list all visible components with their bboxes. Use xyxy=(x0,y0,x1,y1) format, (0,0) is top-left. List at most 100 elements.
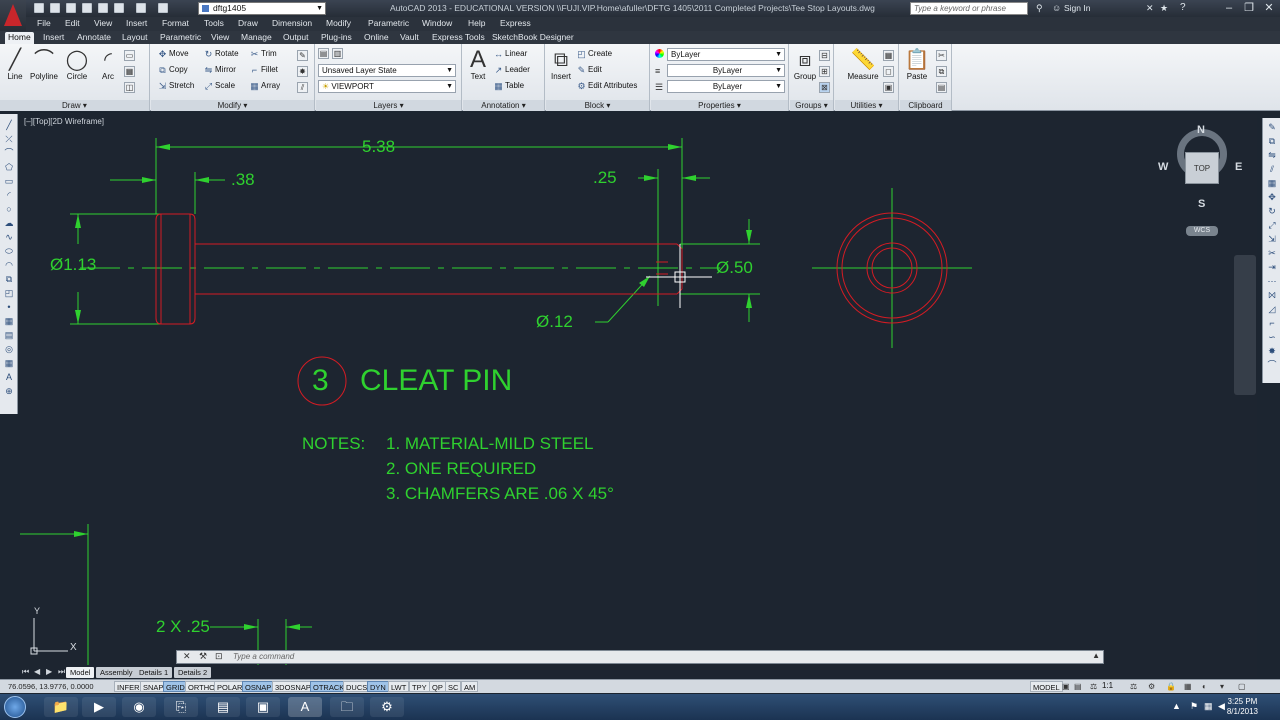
move-button[interactable]: ✥ Move xyxy=(157,48,189,60)
trim-button[interactable]: ✂ Trim xyxy=(249,48,277,60)
create-block-button[interactable]: ◰ Create xyxy=(576,48,612,60)
layer-state-icon[interactable]: ▥ xyxy=(332,48,343,59)
sign-in-link[interactable]: Sign In xyxy=(1064,3,1090,13)
copy-button[interactable]: ⧉ Copy xyxy=(157,64,187,76)
menu-draw[interactable]: Draw xyxy=(238,18,258,28)
command-line[interactable]: ✕ ⚒ ⊡ Type a command ▲ xyxy=(176,650,1104,664)
tray-arrow-icon[interactable]: ▲ xyxy=(1172,701,1181,711)
toggle-osnap[interactable]: OSNAP xyxy=(242,681,275,692)
first-tab-icon[interactable]: ⏮ xyxy=(22,667,29,677)
region-tool-icon[interactable]: ◎ xyxy=(4,344,14,354)
trim-tool-icon[interactable]: ✂ xyxy=(1267,248,1277,258)
region-icon[interactable]: ◫ xyxy=(124,82,135,93)
undo-icon[interactable] xyxy=(136,3,146,13)
annotation-panel-title[interactable]: Annotation ▾ xyxy=(463,100,544,111)
layout-tab-model[interactable]: Model xyxy=(66,667,95,678)
wrench-icon[interactable]: ⚒ xyxy=(199,651,207,662)
chamfer-tool-icon[interactable]: ◿ xyxy=(1267,304,1277,314)
menu-format[interactable]: Format xyxy=(162,18,189,28)
groups-panel-title[interactable]: Groups ▾ xyxy=(790,100,833,111)
menu-parametric[interactable]: Parametric xyxy=(368,18,409,28)
tab-sketchbook-designer[interactable]: SketchBook Designer xyxy=(489,32,577,44)
hatch-tool-icon[interactable]: ▦ xyxy=(4,316,14,326)
layout-tab-assembly[interactable]: Assembly xyxy=(96,667,137,678)
exchange-icon[interactable]: ✕ xyxy=(1146,3,1154,14)
mirror-button[interactable]: ⇋ Mirror xyxy=(203,64,236,76)
star-icon[interactable]: ★ xyxy=(1160,3,1168,14)
array-tool-icon[interactable]: ▦ xyxy=(1267,178,1277,188)
fillet-tool-icon[interactable]: ⌐ xyxy=(1267,318,1277,328)
layers-panel-title[interactable]: Layers ▾ xyxy=(316,100,461,111)
circle-button[interactable]: ◯ Circle xyxy=(62,48,92,81)
stretch-button[interactable]: ⇲ Stretch xyxy=(157,80,195,92)
break-tool-icon[interactable]: ⋯ xyxy=(1267,276,1277,286)
open-icon[interactable] xyxy=(50,3,60,13)
tab-annotate[interactable]: Annotate xyxy=(74,32,114,44)
new-icon[interactable] xyxy=(34,3,44,13)
last-tab-icon[interactable]: ⏭ xyxy=(58,667,65,677)
explode-tool-icon[interactable]: ✸ xyxy=(1267,346,1277,356)
properties-panel-title[interactable]: Properties ▾ xyxy=(651,100,788,111)
wcs-menu[interactable]: WCS xyxy=(1186,226,1218,236)
toggle-otrack[interactable]: OTRACK xyxy=(310,681,348,692)
linetype-dropdown[interactable]: ByLayer ▼ xyxy=(667,64,785,77)
quick-calc-icon[interactable]: ▦ xyxy=(883,50,894,61)
draw-panel-title[interactable]: Draw ▾ xyxy=(0,100,149,111)
acrobat-icon[interactable]: ⎘ xyxy=(164,697,198,717)
quick-view-drawings-icon[interactable]: ▤ xyxy=(1074,682,1082,691)
toggle-tpy[interactable]: TPY xyxy=(409,681,430,692)
viewcube-east[interactable]: E xyxy=(1235,161,1242,173)
tab-output[interactable]: Output xyxy=(280,32,312,44)
tab-parametric[interactable]: Parametric xyxy=(157,32,204,44)
menu-tools[interactable]: Tools xyxy=(204,18,224,28)
save-icon[interactable] xyxy=(66,3,76,13)
rotate-tool-icon[interactable]: ↻ xyxy=(1267,206,1277,216)
mtext-tool-icon[interactable]: A xyxy=(4,372,14,382)
toggle-sc[interactable]: SC xyxy=(445,681,462,692)
menu-edit[interactable]: Edit xyxy=(65,18,80,28)
polyline-button[interactable]: ⌒ Polyline xyxy=(29,48,59,81)
menu-dimension[interactable]: Dimension xyxy=(272,18,312,28)
notepad-icon[interactable]: ▤ xyxy=(206,697,240,717)
erase-tool-icon[interactable]: ✎ xyxy=(1267,122,1277,132)
viewcube-north[interactable]: N xyxy=(1197,124,1205,136)
save-as-icon[interactable] xyxy=(82,3,92,13)
lock-icon[interactable]: 🔒 xyxy=(1166,682,1176,691)
scale-tool-icon[interactable]: ⤢ xyxy=(1267,220,1277,230)
fillet-button[interactable]: ⌐ Fillet xyxy=(249,64,278,76)
circle-tool-icon[interactable]: ○ xyxy=(4,204,14,214)
drawing-canvas[interactable]: [–][Top][2D Wireframe] 5.38 .38 .25 Ø1.1… xyxy=(20,114,1257,665)
move-tool-icon[interactable]: ✥ xyxy=(1267,192,1277,202)
viewcube-south[interactable]: S xyxy=(1198,198,1205,210)
point-tool-icon[interactable]: • xyxy=(4,302,14,312)
prev-tab-icon[interactable]: ◀ xyxy=(34,667,40,676)
line-tool-icon[interactable]: ╱ xyxy=(4,120,14,130)
chevron-up-icon[interactable]: ▲ xyxy=(1092,651,1100,660)
viewcube-west[interactable]: W xyxy=(1158,161,1168,173)
help-icon[interactable]: ? xyxy=(1180,2,1186,13)
redo-icon[interactable] xyxy=(158,3,168,13)
tab-manage[interactable]: Manage xyxy=(238,32,275,44)
block-tool-icon[interactable]: ◰ xyxy=(4,288,14,298)
close-icon[interactable]: ✕ xyxy=(183,651,191,662)
table-button[interactable]: ▦ Table xyxy=(493,80,524,92)
extend-tool-icon[interactable]: ⇥ xyxy=(1267,262,1277,272)
arc-tool-icon[interactable]: ◜ xyxy=(4,190,14,200)
clean-screen-icon[interactable]: ▢ xyxy=(1238,682,1246,691)
explode-icon[interactable]: ✸ xyxy=(297,66,308,77)
id-point-icon[interactable]: ◻ xyxy=(883,66,894,77)
addselected-tool-icon[interactable]: ⊕ xyxy=(4,386,14,396)
model-space-toggle[interactable]: MODEL xyxy=(1030,681,1063,692)
viewcube-top-face[interactable]: TOP xyxy=(1185,152,1219,184)
workspace-dropdown[interactable]: dftg1405 ▼ xyxy=(198,2,326,15)
tab-insert[interactable]: Insert xyxy=(40,32,67,44)
start-button[interactable] xyxy=(4,696,26,718)
menu-help[interactable]: Help xyxy=(468,18,485,28)
quick-view-layouts-icon[interactable]: ▣ xyxy=(1062,682,1070,691)
minimize-button[interactable]: – xyxy=(1220,1,1238,15)
restore-button[interactable]: ❐ xyxy=(1240,1,1258,15)
group-edit-icon[interactable]: ⊞ xyxy=(819,66,830,77)
erase-icon[interactable]: ✎ xyxy=(297,50,308,61)
leader-button[interactable]: ↗ Leader xyxy=(493,64,530,76)
toggle-am[interactable]: AM xyxy=(461,681,479,692)
